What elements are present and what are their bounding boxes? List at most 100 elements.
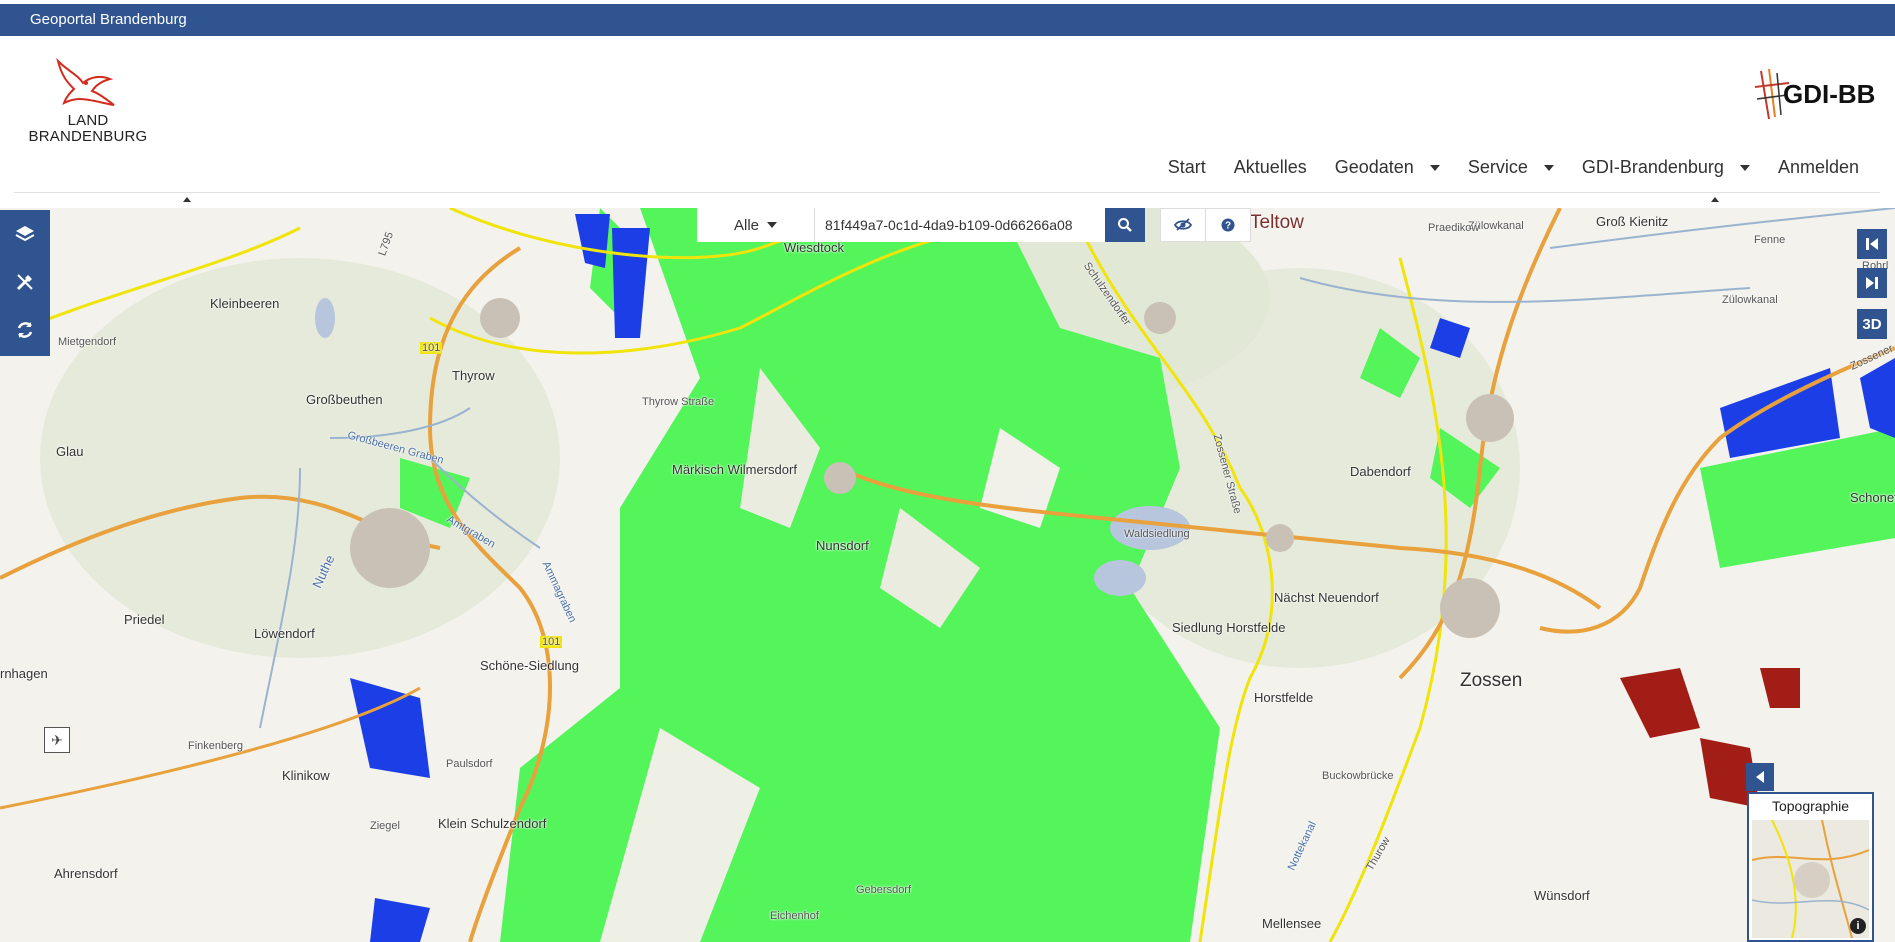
logo-line1: LAND: [67, 112, 109, 129]
collapse-left-icon[interactable]: [183, 197, 191, 202]
gdi-bb-logo[interactable]: GDI-BB: [1754, 67, 1885, 127]
nav-anmelden[interactable]: Anmelden: [1764, 157, 1873, 178]
map-label-dabendorf: Dabendorf: [1350, 464, 1411, 479]
map-label-finkenberg: Finkenberg: [188, 740, 244, 752]
refresh-button[interactable]: [0, 306, 50, 354]
app-title: Geoportal Brandenburg: [30, 11, 187, 28]
collapse-right-icon[interactable]: [1711, 197, 1719, 202]
map-label-thyrow: Thyrow: [452, 368, 495, 383]
logo-text: LAND BRANDENBURG: [28, 113, 148, 145]
map-label-thyrow-strasse: Thyrow Straße: [642, 396, 715, 408]
map-label-ziegel: Ziegel: [370, 820, 400, 832]
history-forward-button[interactable]: [1857, 268, 1887, 298]
nav-geodaten-label: Geodaten: [1334, 157, 1414, 177]
search-bar: Alle ✖: [697, 208, 1225, 242]
nav-aktuelles-label: Aktuelles: [1233, 157, 1307, 177]
header-divider: [14, 192, 1880, 193]
chevron-left-icon: [1756, 771, 1764, 783]
map-label-kleinbeeren: Kleinbeeren: [210, 296, 280, 311]
caret-down-icon: [1543, 164, 1554, 171]
nav-gdi-brandenburg[interactable]: GDI-Brandenburg: [1568, 157, 1764, 178]
layers-icon: [15, 226, 35, 242]
map-label-ahrensdorf: Ahrensdorf: [54, 866, 118, 881]
map-label-maerkisch-wilmersdorf: Märkisch Wilmersdorf: [672, 462, 797, 477]
nav-start[interactable]: Start: [1154, 157, 1220, 178]
map-canvas[interactable]: Teltow Zossen Kleinbeeren Großbeuthen Th…: [0, 208, 1895, 942]
layers-button[interactable]: [0, 210, 50, 258]
map-label-klinikow: Klinikow: [282, 768, 330, 783]
question-icon: ?: [1221, 218, 1235, 232]
map-label-priedel: Priedel: [124, 612, 165, 627]
map-label-gebersdorf: Gebersdorf: [856, 884, 912, 896]
map-label-zossen: Zossen: [1460, 670, 1523, 691]
basemap-switcher[interactable]: Topographie i: [1747, 792, 1874, 942]
map-label-schoene-siedlung: Schöne-Siedlung: [480, 658, 580, 673]
nav-service[interactable]: Service: [1454, 157, 1568, 178]
caret-down-icon: [767, 222, 777, 228]
airport-icon: ✈: [44, 727, 70, 753]
logo-line2: BRANDENBURG: [28, 128, 148, 145]
eagle-icon: [56, 57, 115, 106]
map-label-fenne: Fenne: [1754, 234, 1786, 246]
nav-anmelden-label: Anmelden: [1777, 157, 1859, 177]
3d-label: 3D: [1862, 315, 1882, 333]
nav-gdi-label: GDI-Brandenburg: [1581, 157, 1724, 177]
nav-service-label: Service: [1467, 157, 1528, 177]
map-label-rnhagen: rnhagen: [0, 666, 48, 681]
map-label-buckowbruecke: Buckowbrücke: [1322, 770, 1394, 782]
step-forward-icon: [1866, 277, 1878, 289]
history-back-button[interactable]: [1857, 229, 1887, 259]
map-label-grossbeuthen: Großbeuthen: [306, 392, 383, 407]
top-bar: Geoportal Brandenburg: [0, 0, 1895, 37]
map-label-loewendorf: Löwendorf: [254, 626, 315, 641]
side-toolbar: [0, 210, 50, 356]
svg-text:?: ?: [1225, 221, 1231, 232]
basemap-label: Topographie: [1771, 798, 1850, 814]
site-header: LAND BRANDENBURG GDI-BB Start Aktuelles …: [0, 37, 1895, 208]
search-icon: [1118, 218, 1132, 232]
nav-aktuelles[interactable]: Aktuelles: [1220, 157, 1321, 178]
map-label-schonefeld: Schonefeld: [1850, 490, 1895, 505]
hide-results-button[interactable]: [1160, 208, 1206, 242]
map-label-nunsdorf: Nunsdorf: [816, 538, 869, 553]
main-nav: Start Aktuelles Geodaten Service GDI-Bra…: [1154, 157, 1873, 178]
caret-down-icon: [1739, 164, 1750, 171]
map-label-wuensdorf: Wünsdorf: [1534, 888, 1590, 903]
map-label-zulowkanal-2: Zülowkanal: [1722, 294, 1778, 306]
search-input[interactable]: [815, 208, 1105, 242]
map-layer: [0, 208, 1895, 942]
3d-button[interactable]: 3D: [1857, 309, 1887, 339]
map-label-gross-kienitz: Groß Kienitz: [1596, 214, 1669, 229]
step-back-icon: [1866, 238, 1878, 250]
refresh-icon: [17, 322, 33, 338]
map-label-wiesdtock: Wiesdtock: [784, 240, 844, 255]
map-label-waldsiedlung: Waldsiedlung: [1124, 528, 1190, 540]
tools-icon: [16, 274, 33, 291]
map-label-eichenhof: Eichenhof: [770, 910, 819, 922]
search-button[interactable]: [1105, 208, 1145, 242]
gdi-bb-text: GDI-BB: [1783, 79, 1876, 109]
title-strip: [0, 4, 1895, 36]
info-icon[interactable]: i: [1850, 918, 1866, 934]
nav-start-label: Start: [1167, 157, 1206, 177]
minimap-toggle-button[interactable]: [1746, 763, 1774, 791]
map-label-teltow: Teltow: [1250, 212, 1304, 233]
tools-button[interactable]: [0, 258, 50, 306]
map-label-paulsdorf: Paulsdorf: [446, 758, 493, 770]
map-label-b101-a: 101: [420, 342, 443, 354]
map-label-glau: Glau: [56, 444, 84, 459]
map-label-mellensee: Mellensee: [1262, 916, 1322, 931]
eye-slash-icon: [1174, 218, 1192, 231]
caret-down-icon: [1429, 164, 1440, 171]
map-label-praedikow: Praedikow: [1428, 222, 1480, 234]
map-label-klein-schulzendorf: Klein Schulzendorf: [438, 816, 547, 831]
map-label-horstfelde: Horstfelde: [1254, 690, 1314, 705]
map-label-b101-b: 101: [540, 636, 563, 648]
search-help-button[interactable]: ?: [1205, 208, 1251, 242]
brandenburg-logo[interactable]: LAND BRANDENBURG: [28, 53, 148, 163]
map-label-siedlung-horstfelde: Siedlung Horstfelde: [1172, 620, 1286, 635]
search-scope-label: Alle: [733, 216, 759, 234]
search-scope-select[interactable]: Alle: [697, 208, 815, 242]
nav-geodaten[interactable]: Geodaten: [1321, 157, 1454, 178]
search-input-wrap: ✖: [815, 208, 1225, 242]
